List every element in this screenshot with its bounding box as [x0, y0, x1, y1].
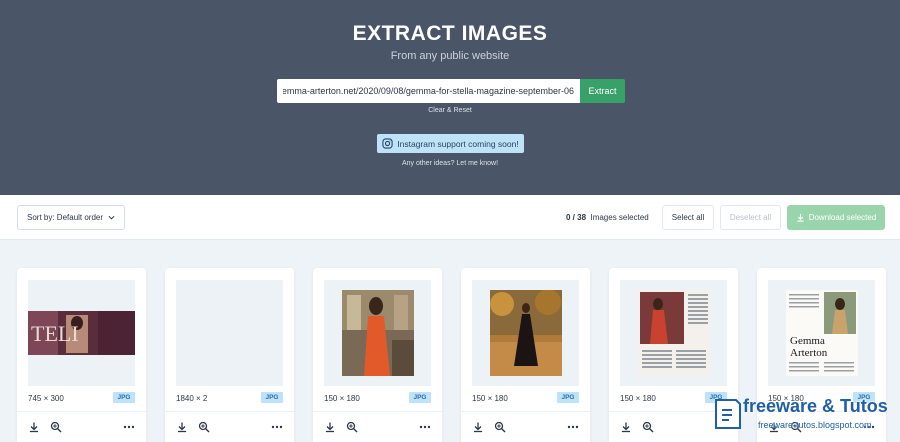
instagram-notice: Instagram support coming soon!	[377, 134, 524, 153]
download-icon[interactable]	[472, 421, 484, 433]
image-dimensions: 150 × 180	[324, 394, 360, 403]
zoom-in-icon[interactable]	[198, 421, 210, 433]
file-type-badge: JPG	[113, 392, 135, 403]
photo-woman-autumn-park	[489, 290, 562, 376]
card-divider	[165, 411, 294, 412]
more-options-icon[interactable]	[123, 421, 135, 433]
file-type-badge: JPG	[557, 392, 579, 403]
image-thumbnail[interactable]	[620, 280, 727, 386]
selection-counter: 0 / 38 Images selected	[566, 213, 649, 222]
magazine-headline-2: Arterton	[790, 347, 828, 359]
instagram-icon	[382, 138, 393, 149]
instagram-notice-text: Instagram support coming soon!	[397, 138, 519, 149]
image-thumbnail[interactable]	[472, 280, 579, 386]
image-card[interactable]: 1840 × 2 JPG	[165, 268, 294, 442]
image-thumbnail[interactable]	[324, 280, 431, 386]
extract-button[interactable]: Extract	[580, 79, 625, 103]
magazine-cover-image: TELI	[28, 311, 135, 355]
image-card[interactable]: 150 × 180 JPG	[461, 268, 590, 442]
magazine-masthead: TELI	[31, 321, 79, 346]
selection-suffix: Images selected	[590, 213, 649, 222]
download-icon[interactable]	[28, 421, 40, 433]
watermark: freeware & Tutos freeware-tutos.blogspot…	[706, 392, 900, 442]
download-selected-label: Download selected	[808, 213, 877, 222]
zoom-in-icon[interactable]	[346, 421, 358, 433]
card-divider	[313, 411, 442, 412]
download-selected-button[interactable]: Download selected	[787, 205, 885, 230]
watermark-url: freeware-tutos.blogspot.com	[758, 420, 872, 430]
magazine-spread-image	[637, 290, 710, 376]
deselect-all-button[interactable]: Deselect all	[720, 205, 781, 230]
zoom-in-icon[interactable]	[50, 421, 62, 433]
watermark-logo-icon	[715, 399, 741, 429]
selection-count: 0 / 38	[566, 213, 587, 222]
hero-banner: EXTRACT IMAGES From any public website E…	[0, 0, 900, 195]
file-type-badge: JPG	[409, 392, 431, 403]
card-divider	[17, 411, 146, 412]
image-thumbnail[interactable]: Gemma Arterton	[768, 280, 875, 386]
download-icon	[797, 213, 804, 222]
card-divider	[461, 411, 590, 412]
more-options-icon[interactable]	[419, 421, 431, 433]
image-thumbnail[interactable]: TELI	[28, 280, 135, 386]
clear-reset-link[interactable]: Clear & Reset	[0, 107, 900, 114]
watermark-title: freeware & Tutos	[743, 396, 888, 416]
zoom-in-icon[interactable]	[494, 421, 506, 433]
chevron-down-icon	[108, 215, 115, 220]
sort-label: Sort by: Default order	[27, 213, 104, 222]
page-title: EXTRACT IMAGES	[352, 22, 548, 45]
download-icon[interactable]	[620, 421, 632, 433]
image-thumbnail[interactable]	[176, 280, 283, 386]
image-card[interactable]: TELI 745 × 300 JPG	[17, 268, 146, 442]
magazine-headline-1: Gemma	[790, 335, 825, 347]
url-form: Extract	[277, 79, 625, 103]
more-options-icon[interactable]	[567, 421, 579, 433]
magazine-page-image: Gemma Arterton	[785, 290, 858, 376]
toolbar: Sort by: Default order 0 / 38 Images sel…	[0, 195, 900, 240]
ideas-link[interactable]: Any other ideas? Let me know!	[0, 160, 900, 167]
image-dimensions: 1840 × 2	[176, 394, 208, 403]
photo-woman-red-dress	[341, 290, 414, 376]
image-dimensions: 150 × 180	[620, 394, 656, 403]
zoom-in-icon[interactable]	[642, 421, 654, 433]
select-all-button[interactable]: Select all	[662, 205, 714, 230]
download-icon[interactable]	[324, 421, 336, 433]
download-icon[interactable]	[176, 421, 188, 433]
image-card[interactable]: 150 × 180 JPG	[313, 268, 442, 442]
file-type-badge: JPG	[261, 392, 283, 403]
image-dimensions: 745 × 300	[28, 394, 64, 403]
page-subtitle: From any public website	[390, 50, 510, 62]
image-dimensions: 150 × 180	[472, 394, 508, 403]
more-options-icon[interactable]	[271, 421, 283, 433]
sort-dropdown[interactable]: Sort by: Default order	[17, 205, 125, 230]
url-input[interactable]	[277, 79, 580, 103]
